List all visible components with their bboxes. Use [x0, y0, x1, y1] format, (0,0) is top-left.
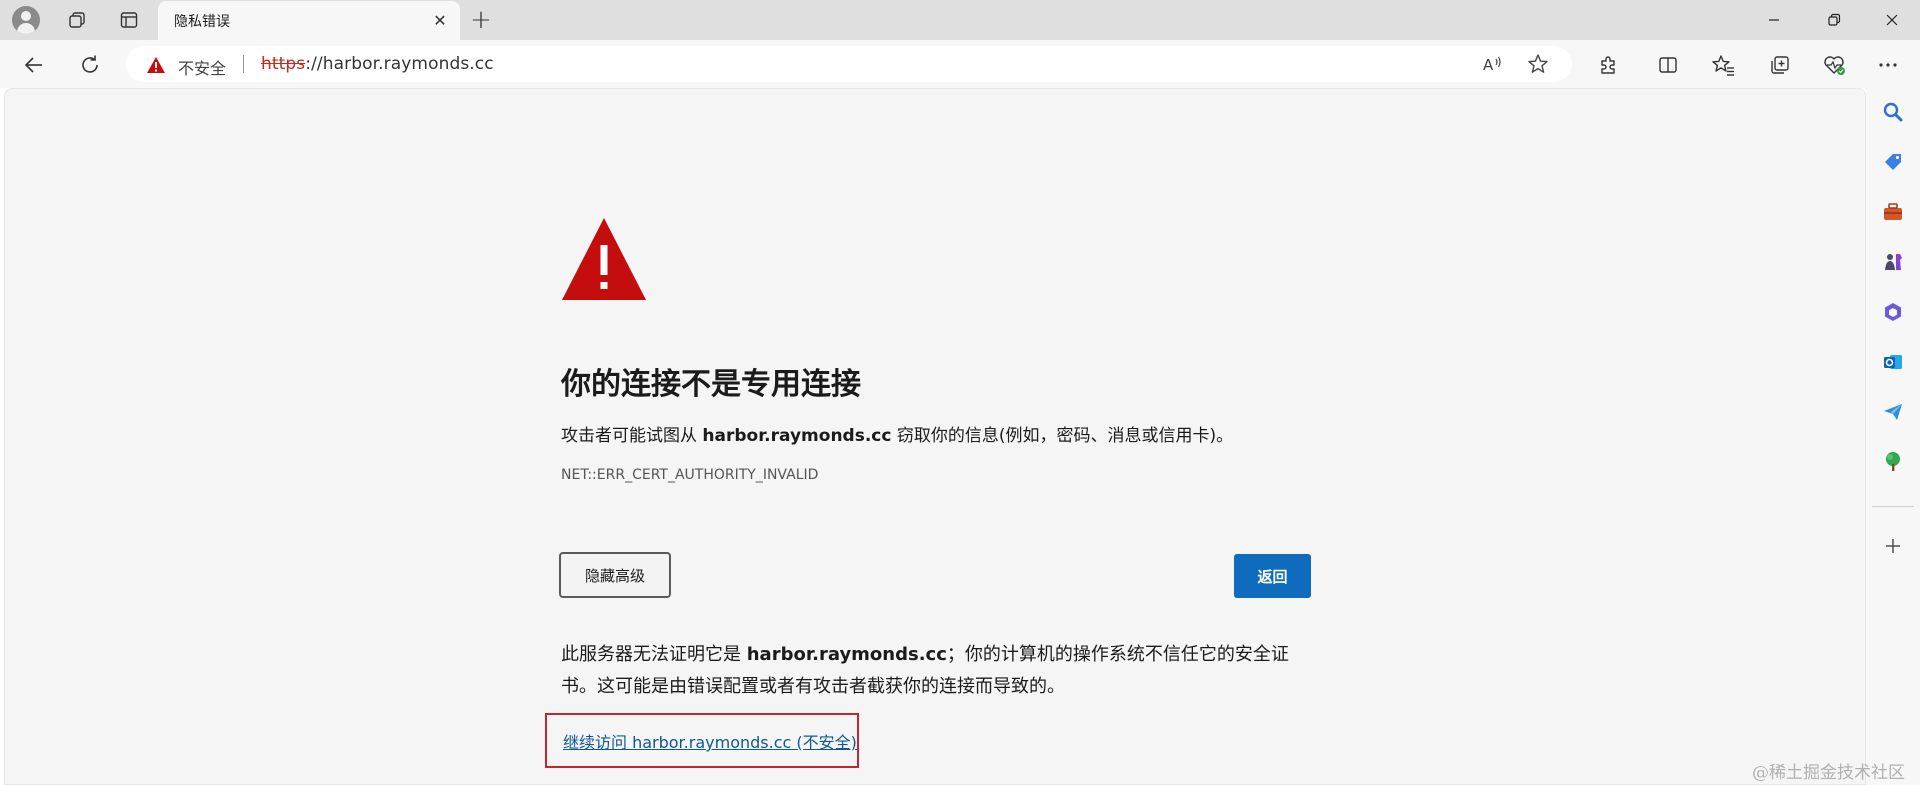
- more-icon: [1879, 63, 1897, 67]
- avatar-head: [21, 11, 31, 21]
- profile-avatar[interactable]: [12, 6, 40, 34]
- tab-close-icon[interactable]: ✕: [428, 8, 452, 32]
- extensions-icon: [1601, 56, 1615, 74]
- active-tab[interactable]: 隐私错误 ✕: [158, 1, 460, 40]
- detail-host: harbor.raymonds.cc: [746, 644, 947, 665]
- sidebar-shopping-button[interactable]: [1879, 148, 1907, 176]
- close-icon: [1886, 14, 1898, 26]
- svg-text:A: A: [1483, 56, 1494, 74]
- read-aloud-icon: A: [1483, 56, 1501, 74]
- games-icon: [1885, 254, 1902, 270]
- split-screen-button[interactable]: [1652, 49, 1684, 81]
- office-icon: [1885, 303, 1901, 321]
- url-scheme: https: [261, 54, 306, 74]
- sidebar-outlook-button[interactable]: [1879, 348, 1907, 376]
- search-icon: [1883, 102, 1903, 122]
- detail-prefix: 此服务器无法证明它是: [561, 644, 747, 665]
- workspaces-button[interactable]: [62, 5, 92, 35]
- more-button[interactable]: [1872, 49, 1904, 81]
- tree-icon: [1886, 452, 1900, 471]
- sidebar-divider: [1872, 506, 1914, 507]
- address-separator: [243, 55, 244, 73]
- url-host: ://harbor.raymonds.cc: [305, 54, 494, 74]
- send-icon: [1884, 404, 1902, 420]
- sidebar-tree-button[interactable]: [1879, 448, 1907, 476]
- sidebar-add-button[interactable]: [1879, 532, 1907, 560]
- page-content: 你的连接不是专用连接 攻击者可能试图从 harbor.raymonds.cc 窃…: [4, 88, 1866, 785]
- hide-advanced-button[interactable]: 隐藏高级: [559, 552, 671, 598]
- minimize-icon: [1769, 19, 1779, 21]
- desc-prefix: 攻击者可能试图从: [561, 426, 703, 446]
- watermark: @稀土掘金技术社区: [1752, 763, 1905, 783]
- back-arrow-icon: [24, 57, 42, 73]
- vertical-tabs-icon: [120, 12, 138, 28]
- back-button[interactable]: [18, 49, 50, 81]
- minimize-button[interactable]: [1746, 0, 1802, 40]
- sidebar-games-button[interactable]: [1879, 248, 1907, 276]
- proceed-unsafe-link[interactable]: 继续访问 harbor.raymonds.cc (不安全): [563, 729, 857, 753]
- address-bar[interactable]: 不安全 https://harbor.raymonds.cc A: [126, 46, 1572, 82]
- warning-triangle-icon: [147, 57, 165, 73]
- edge-sidebar: [1866, 88, 1920, 785]
- add-icon: [1886, 539, 1900, 553]
- title-bar: 隐私错误 ✕ +: [0, 0, 1920, 40]
- split-screen-icon: [1659, 57, 1677, 73]
- tools-icon: [1884, 203, 1902, 220]
- collections-icon: [1771, 56, 1789, 74]
- error-code: NET::ERR_CERT_AUTHORITY_INVALID: [561, 467, 819, 483]
- page-title: 你的连接不是专用连接: [561, 367, 861, 402]
- browser-essentials-button[interactable]: [1818, 49, 1850, 81]
- new-tab-button[interactable]: +: [466, 5, 496, 35]
- desc-host: harbor.raymonds.cc: [702, 426, 892, 446]
- sidebar-send-button[interactable]: [1879, 398, 1907, 426]
- back-to-safety-button[interactable]: 返回: [1234, 554, 1311, 598]
- tab-actions-button[interactable]: [114, 5, 144, 35]
- extensions-button[interactable]: [1592, 49, 1624, 81]
- read-aloud-button[interactable]: A: [1480, 51, 1506, 77]
- refresh-button[interactable]: [74, 49, 106, 81]
- add-favorite-button[interactable]: [1525, 51, 1551, 77]
- tab-title: 隐私错误: [174, 14, 230, 30]
- restore-icon: [1828, 13, 1841, 26]
- workspaces-icon: [69, 12, 85, 28]
- collections-button[interactable]: [1764, 49, 1796, 81]
- url-text[interactable]: https://harbor.raymonds.cc: [261, 54, 494, 74]
- desc-suffix: 窃取你的信息(例如，密码、消息或信用卡)。: [891, 426, 1234, 446]
- favorites-icon: [1712, 55, 1734, 76]
- sidebar-tools-button[interactable]: [1879, 198, 1907, 226]
- restore-button[interactable]: [1806, 0, 1862, 40]
- avatar-body: [17, 23, 35, 34]
- favorites-button[interactable]: [1708, 49, 1740, 81]
- error-description: 攻击者可能试图从 harbor.raymonds.cc 窃取你的信息(例如，密码…: [561, 421, 1233, 446]
- security-status-label[interactable]: 不安全: [178, 55, 226, 79]
- refresh-icon: [82, 55, 98, 73]
- sidebar-office-button[interactable]: [1879, 298, 1907, 326]
- sidebar-search-button[interactable]: [1879, 98, 1907, 126]
- browser-essentials-icon: [1824, 56, 1845, 75]
- shopping-tag-icon: [1885, 154, 1901, 170]
- close-window-button[interactable]: [1864, 0, 1920, 40]
- favorite-star-icon: [1528, 54, 1548, 73]
- error-details: 此服务器无法证明它是 harbor.raymonds.cc；你的计算机的操作系统…: [561, 639, 1301, 703]
- browser-toolbar: 不安全 https://harbor.raymonds.cc A: [0, 40, 1920, 88]
- outlook-icon: [1884, 355, 1902, 369]
- highlight-box: 继续访问 harbor.raymonds.cc (不安全): [545, 713, 859, 768]
- error-warning-icon: [562, 218, 646, 300]
